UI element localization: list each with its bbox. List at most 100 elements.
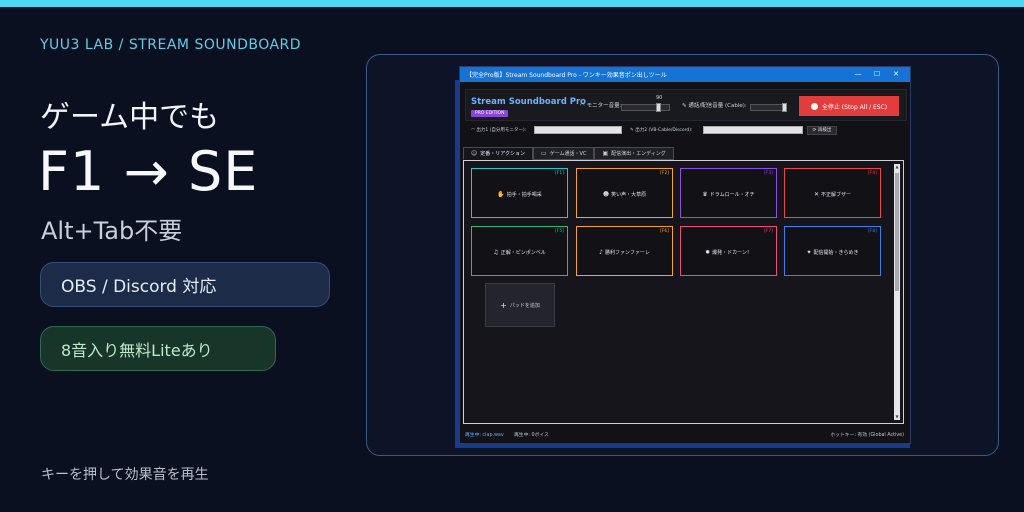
window-title: 【完全Pro版】Stream Soundboard Pro - ワンキー効果音ポ… bbox=[466, 72, 667, 79]
sound-pad[interactable]: [F7] ✹ 爆発・ドカーン！ bbox=[680, 226, 777, 276]
headphone-icon: ◠ bbox=[580, 103, 585, 109]
output1-select[interactable] bbox=[534, 126, 622, 134]
pad-label-text: 配信開始・きらめき bbox=[813, 250, 859, 256]
pad-label: ♫ 正解・ピンポンベル bbox=[472, 249, 567, 256]
pro-edition-badge: PRO EDITION bbox=[471, 110, 509, 117]
monitor-volume-slider[interactable] bbox=[621, 104, 670, 111]
close-button[interactable]: ✕ bbox=[889, 69, 903, 80]
output2-select[interactable] bbox=[703, 126, 803, 134]
call-volume-thumb[interactable] bbox=[782, 103, 787, 112]
maximize-button[interactable]: ☐ bbox=[870, 69, 884, 80]
sound-pad[interactable]: [F8] ✦ 配信開始・きらめき bbox=[784, 226, 881, 276]
plus-icon: + bbox=[500, 300, 507, 310]
monitor-volume-thumb[interactable] bbox=[656, 103, 661, 112]
tab-label: 定番・リアクション bbox=[480, 151, 526, 157]
output1-text: 出力1 (自分用モニター): bbox=[476, 128, 527, 133]
tab-label: ゲーム通話・VC bbox=[549, 151, 587, 157]
pad-label-text: 爆発・ドカーン！ bbox=[712, 250, 752, 256]
add-pad-button[interactable]: + パッドを追加 bbox=[485, 283, 555, 327]
scroll-down-arrow[interactable]: ▼ bbox=[894, 414, 900, 420]
pad-label: ✋ 拍手・拍手喝采 bbox=[472, 191, 567, 198]
status-hotkey: ホットキー: 有効 (Global Active) bbox=[830, 433, 904, 438]
scroll-up-arrow[interactable]: ▲ bbox=[894, 164, 900, 170]
redetect-button[interactable]: ⟳ 再検出 bbox=[807, 126, 837, 135]
monitor-volume-label: ◠ モニター音量: bbox=[580, 101, 621, 109]
monitor-volume-value: 90 bbox=[656, 95, 663, 101]
pad-hotkey: [F8] bbox=[868, 229, 877, 234]
tab-game-vc[interactable]: ▭ ゲーム通話・VC bbox=[533, 147, 595, 160]
pad-label: ☻ 笑い声・大草原 bbox=[577, 191, 672, 198]
sound-pad[interactable]: [F2] ☻ 笑い声・大草原 bbox=[576, 168, 673, 218]
header-panel: Stream Soundboard Pro PRO EDITION ◠ モニター… bbox=[465, 89, 907, 121]
stop-all-label: 全停止 (Stop All / ESC) bbox=[821, 103, 888, 111]
mic-icon: ✎ bbox=[682, 103, 687, 109]
app-name: Stream Soundboard Pro bbox=[471, 97, 586, 107]
status-voices: 再生中: 0ボイス bbox=[514, 433, 549, 438]
output2-label: ✎ 出力2 (VB-Cable/Discord): bbox=[630, 127, 693, 133]
sound-pad[interactable]: [F5] ♫ 正解・ピンポンベル bbox=[471, 226, 568, 276]
gamepad-icon: ▭ bbox=[541, 150, 547, 157]
pad-icon: ✹ bbox=[705, 249, 711, 256]
footer-caption: キーを押して効果音を再生 bbox=[41, 467, 209, 483]
pad-label: ♛ ドラムロール・オチ bbox=[681, 191, 776, 198]
stop-icon bbox=[810, 102, 818, 110]
pad-label-text: 拍手・拍手喝采 bbox=[506, 192, 542, 198]
call-volume-label: ✎ 通話/配信音量 (Cable): bbox=[682, 101, 747, 109]
status-bar: 再生中: clap.wav 再生中: 0ボイス ホットキー: 有効 (Globa… bbox=[463, 430, 909, 439]
mic-icon: ✎ bbox=[630, 128, 634, 133]
monitor-volume-text: モニター音量: bbox=[586, 103, 622, 109]
pad-icon: ♫ bbox=[493, 249, 499, 256]
pad-panel: [F1] ✋ 拍手・拍手喝采 [F2] ☻ 笑い声・大草原 [F3] ♛ ドラムロール・オチ [F… bbox=[463, 160, 904, 424]
pad-label: ✕ 不正解ブザー bbox=[785, 191, 880, 198]
call-volume-text: 通話/配信音量 (Cable): bbox=[688, 103, 747, 109]
sound-pad[interactable]: [F4] ✕ 不正解ブザー bbox=[784, 168, 881, 218]
pad-hotkey: [F6] bbox=[660, 229, 669, 234]
pad-label-text: 笑い声・大草原 bbox=[611, 192, 647, 198]
pad-icon: ✋ bbox=[497, 191, 505, 198]
smile-icon: ☺ bbox=[471, 150, 478, 157]
pad-hotkey: [F3] bbox=[764, 171, 773, 176]
pad-label-text: 正解・ピンポンベル bbox=[500, 250, 546, 256]
headphone-icon: ◠ bbox=[471, 128, 475, 133]
feature-pill-obs-text: OBS / Discord 対応 bbox=[61, 277, 217, 297]
feature-pill-obs: OBS / Discord 対応 bbox=[40, 262, 330, 307]
output-device-row: ◠ 出力1 (自分用モニター): ✎ 出力2 (VB-Cable/Discord… bbox=[465, 124, 907, 137]
pad-label-text: ドラムロール・オチ bbox=[709, 192, 755, 198]
output2-text: 出力2 (VB-Cable/Discord): bbox=[635, 128, 693, 133]
pad-label: ✦ 配信開始・きらめき bbox=[785, 249, 880, 256]
sound-pad[interactable]: [F3] ♛ ドラムロール・オチ bbox=[680, 168, 777, 218]
pad-hotkey: [F1] bbox=[555, 171, 564, 176]
tab-bar: ☺ 定番・リアクション ▭ ゲーム通話・VC ▣ 配信演出・エンディング bbox=[463, 147, 674, 160]
tab-reactions[interactable]: ☺ 定番・リアクション bbox=[463, 147, 534, 160]
screen-icon: ▣ bbox=[602, 150, 609, 157]
pad-icon: ✦ bbox=[806, 249, 812, 256]
feature-pill-lite: 8音入り無料Liteあり bbox=[40, 326, 276, 371]
pad-label: ✹ 爆発・ドカーン！ bbox=[681, 249, 776, 256]
pad-icon: ♪ bbox=[599, 249, 603, 256]
pad-hotkey: [F2] bbox=[660, 171, 669, 176]
headline-line2: F1 → SE bbox=[38, 140, 259, 203]
pad-hotkey: [F4] bbox=[868, 171, 877, 176]
pad-icon: ♛ bbox=[702, 191, 708, 198]
sound-pad[interactable]: [F1] ✋ 拍手・拍手喝采 bbox=[471, 168, 568, 218]
title-bar[interactable]: 【完全Pro版】Stream Soundboard Pro - ワンキー効果音ポ… bbox=[460, 67, 910, 82]
headline-line1: ゲーム中でも bbox=[40, 100, 220, 135]
minimize-button[interactable]: — bbox=[851, 69, 865, 80]
stop-all-button[interactable]: 全停止 (Stop All / ESC) bbox=[799, 96, 899, 116]
pad-label-text: 不正解ブザー bbox=[821, 192, 852, 198]
pad-icon: ✕ bbox=[813, 191, 819, 198]
scrollbar-thumb[interactable] bbox=[895, 173, 899, 291]
add-pad-label: パッドを追加 bbox=[509, 302, 540, 309]
sound-pad[interactable]: [F6] ♪ 勝利ファンファーレ bbox=[576, 226, 673, 276]
pad-label: ♪ 勝利ファンファーレ bbox=[577, 249, 672, 256]
refresh-icon: ⟳ bbox=[812, 128, 817, 133]
pad-hotkey: [F7] bbox=[764, 229, 773, 234]
call-volume-slider[interactable] bbox=[750, 104, 784, 111]
feature-pill-lite-text: 8音入り無料Liteあり bbox=[61, 340, 213, 360]
pad-hotkey: [F5] bbox=[555, 229, 564, 234]
tab-stream-ending[interactable]: ▣ 配信演出・エンディング bbox=[594, 147, 674, 160]
headline-line3: Alt+Tab不要 bbox=[41, 217, 183, 245]
pad-icon: ☻ bbox=[602, 191, 610, 198]
brand-label: YUU3 LAB / STREAM SOUNDBOARD bbox=[40, 37, 302, 53]
tab-label: 配信演出・エンディング bbox=[611, 151, 666, 157]
